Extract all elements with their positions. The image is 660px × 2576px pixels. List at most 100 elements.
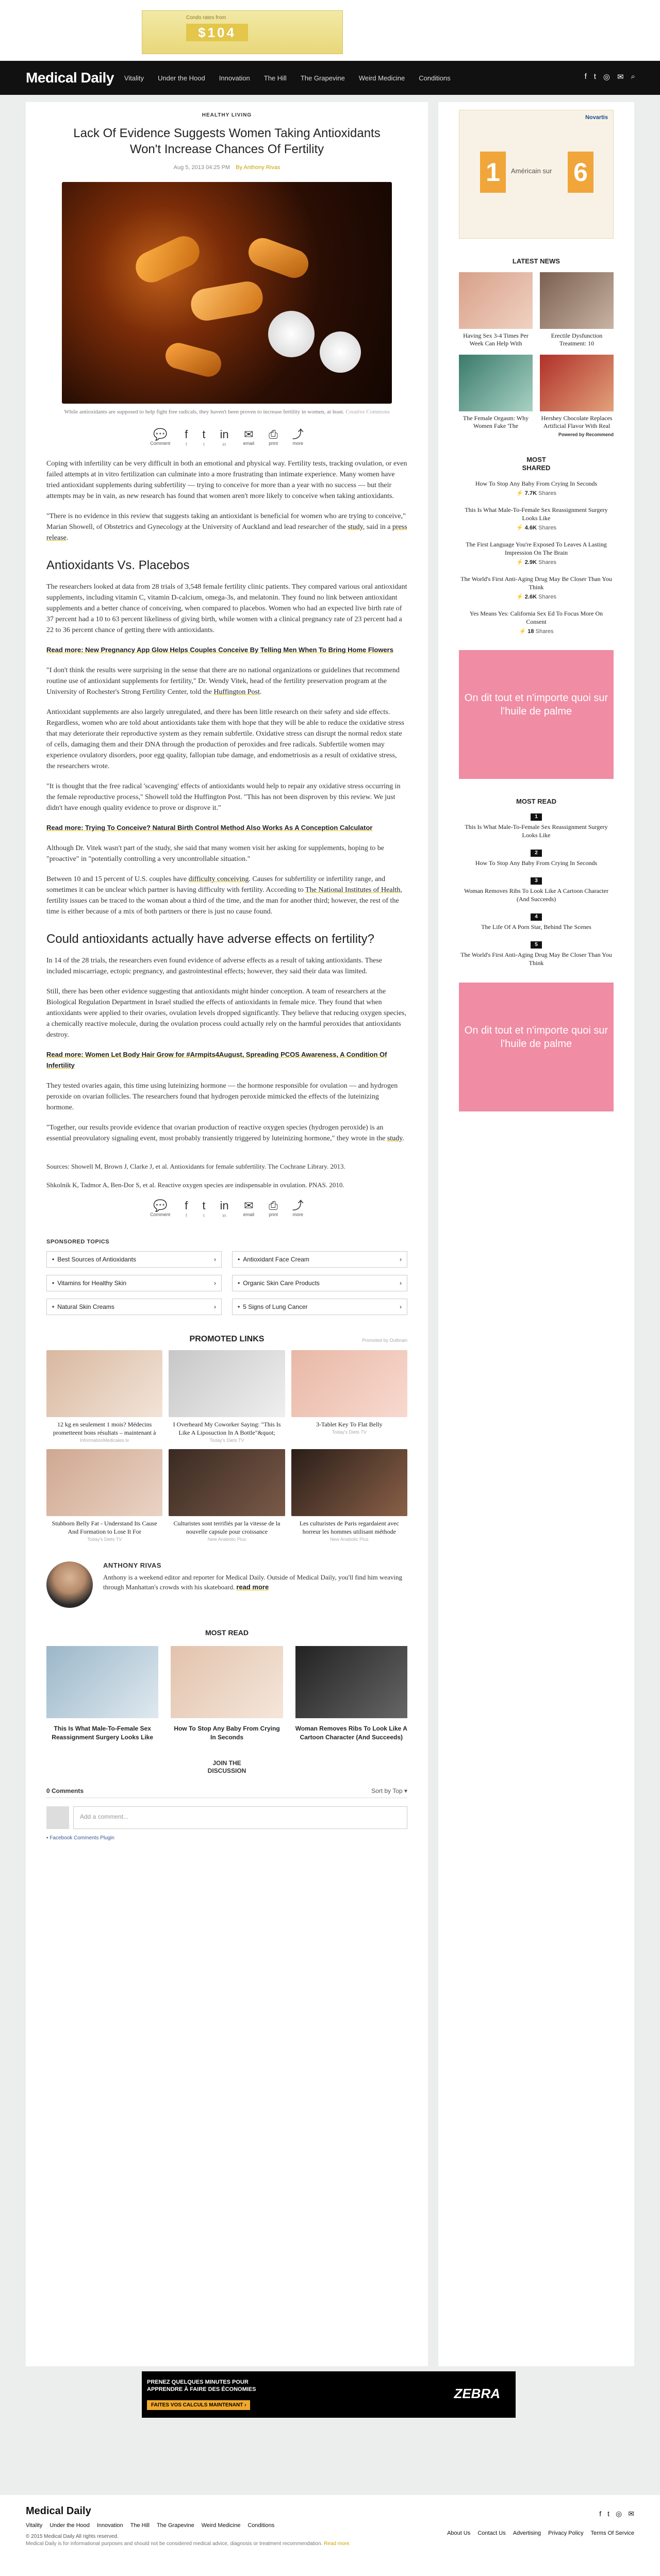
sort-select[interactable]: Sort by Top ▾ [371, 1787, 407, 1794]
email-icon[interactable]: ✉ [617, 72, 624, 81]
sidebar-ad-novartis[interactable]: Novartis 1 Américain sur 6 [459, 110, 614, 239]
print-button[interactable]: ⎙ print [269, 428, 278, 447]
more-share-button[interactable]: ⤴ more [292, 1200, 304, 1218]
footer-link-about[interactable]: About Us [447, 2530, 470, 2536]
email-share-button[interactable]: ✉ email [243, 1200, 255, 1218]
more-share-button[interactable]: ⤴ more [292, 428, 304, 447]
promoted-card[interactable]: Les culturistes de Paris regardaient ave… [291, 1449, 407, 1542]
nav-item-the-hill[interactable]: The Hill [264, 74, 287, 82]
instagram-icon[interactable]: ◎ [616, 2509, 622, 2518]
nav-item-vitality[interactable]: Vitality [124, 74, 144, 82]
twitter-icon[interactable]: t [607, 2509, 609, 2518]
nav-item-under-the-hood[interactable]: Under the Hood [158, 74, 205, 82]
twitter-icon: t [202, 1199, 206, 1212]
study-link[interactable]: study [348, 523, 362, 531]
author-read-more[interactable]: read more [236, 1583, 269, 1591]
promoted-card[interactable]: 3-Tablet Key To Flat Belly Today's Diets … [291, 1350, 407, 1443]
read-more-link[interactable]: Read more: Trying To Conceive? Natural B… [46, 824, 373, 832]
sidebar-ad-palm-oil[interactable]: On dit tout et n'importe quoi sur l'huil… [459, 650, 614, 779]
comment-input[interactable]: Add a comment... [73, 1806, 407, 1829]
twitter-icon[interactable]: t [594, 72, 596, 81]
most-read-item[interactable]: 3 Woman Removes Ribs To Look Like A Carto… [459, 875, 614, 903]
powered-by[interactable]: Powered by Recommend [459, 432, 614, 437]
footer-nav-item[interactable]: Innovation [97, 2522, 123, 2529]
comment-button[interactable]: 💬 Comment [150, 428, 170, 447]
promoted-card[interactable]: Stubborn Belly Fat - Understand Its Caus… [46, 1449, 163, 1542]
top-banner-ad[interactable]: Condo rates from $104 [142, 10, 343, 54]
footer-logo[interactable]: Medical Daily [26, 2505, 634, 2517]
nav-item-weird-medicine[interactable]: Weird Medicine [359, 74, 405, 82]
sponsored-topic[interactable]: • Vitamins for Healthy Skin › [46, 1275, 222, 1291]
footer-link-terms[interactable]: Terms Of Service [591, 2530, 634, 2536]
most-read-item[interactable]: 2 How To Stop Any Baby From Crying In Sec… [459, 847, 614, 867]
footer-nav-item[interactable]: The Hill [130, 2522, 150, 2529]
search-icon[interactable]: ⌕ [631, 72, 635, 81]
nav-item-the-grapevine[interactable]: The Grapevine [301, 74, 345, 82]
most-read-item[interactable]: 1 This Is What Male-To-Female Sex Reassig… [459, 811, 614, 839]
print-button[interactable]: ⎙ print [269, 1200, 278, 1218]
sidebar: Novartis 1 Américain sur 6 LATEST NEWS H… [438, 102, 634, 2414]
most-shared-item[interactable]: Yes Means Yes: California Sex Ed To Focu… [459, 609, 614, 635]
footer-link-contact[interactable]: Contact Us [477, 2530, 505, 2536]
article-category[interactable]: HEALTHY LIVING [46, 112, 407, 118]
footer-nav-item[interactable]: Conditions [248, 2522, 274, 2529]
facebook-share-button[interactable]: ff [185, 1200, 188, 1219]
most-shared-item[interactable]: The World's First Anti-Aging Drug May Be… [459, 575, 614, 600]
latest-news-card[interactable]: Erectile Dysfunction Treatment: 10 [540, 272, 614, 347]
sponsored-topic[interactable]: • 5 Signs of Lung Cancer › [232, 1299, 407, 1315]
facebook-icon[interactable]: f [585, 72, 587, 81]
most-read-card[interactable]: This Is What Male-To-Female Sex Reassign… [46, 1646, 159, 1742]
most-read-item[interactable]: 4 The Life Of A Porn Star, Behind The Sce… [459, 911, 614, 931]
read-more-link[interactable]: Read more: New Pregnancy App Glow Helps … [46, 646, 393, 654]
site-logo[interactable]: Medical Daily [26, 70, 114, 86]
sponsored-topic[interactable]: • Best Sources of Antioxidants › [46, 1251, 222, 1268]
comment-button[interactable]: 💬 Comment [150, 1200, 170, 1218]
most-read-card[interactable]: How To Stop Any Baby From Crying In Seco… [171, 1646, 283, 1742]
nav-item-conditions[interactable]: Conditions [419, 74, 450, 82]
sponsored-topic[interactable]: • Natural Skin Creams › [46, 1299, 222, 1315]
author-name[interactable]: ANTHONY RIVAS [103, 1561, 407, 1569]
footer-nav-item[interactable]: The Grapevine [157, 2522, 194, 2529]
promoted-card[interactable]: Culturistes sont terrifiés par la vitess… [169, 1449, 285, 1542]
promoted-card[interactable]: 12 kg en seulement 1 mois? Médecins prom… [46, 1350, 163, 1443]
twitter-share-button[interactable]: tt [202, 1199, 206, 1219]
email-share-button[interactable]: ✉ email [243, 428, 255, 447]
most-read-item[interactable]: 5 The World's First Anti-Aging Drug May B… [459, 939, 614, 967]
facebook-share-button[interactable]: ff [185, 428, 188, 447]
footer-nav-item[interactable]: Weird Medicine [202, 2522, 241, 2529]
linkedin-share-button[interactable]: in in [220, 428, 229, 447]
read-more-link[interactable]: Read more: Women Let Body Hair Grow for … [46, 1051, 387, 1069]
email-icon[interactable]: ✉ [628, 2509, 634, 2518]
bottom-banner-ad[interactable]: PRENEZ QUELQUES MINUTES POUR APPRENDRE À… [142, 2371, 516, 2418]
article-author[interactable]: By Anthony Rivas [236, 164, 280, 171]
latest-news-card[interactable]: The Female Orgasm: Why Women Fake 'The [459, 355, 533, 430]
most-shared-item[interactable]: This Is What Male-To-Female Sex Reassign… [459, 506, 614, 531]
bottom-ad-cta[interactable]: FAITES VOS CALCULS MAINTENANT › [147, 2400, 251, 2410]
study-link[interactable]: study [387, 1135, 402, 1142]
difficulty-conceiving-link[interactable]: difficulty conceiving [189, 875, 249, 883]
huffington-post-link[interactable]: Huffington Post [213, 688, 260, 696]
linkedin-share-button[interactable]: in in [220, 1200, 229, 1219]
instagram-icon[interactable]: ◎ [603, 72, 610, 81]
sponsored-topic[interactable]: • Organic Skin Care Products › [232, 1275, 407, 1291]
twitter-share-button[interactable]: tt [202, 428, 205, 447]
nav-item-innovation[interactable]: Innovation [219, 74, 250, 82]
paragraph: Coping with infertility can be very diff… [46, 460, 407, 500]
facebook-comments-plugin[interactable]: ▪ Facebook Comments Plugin [46, 1835, 407, 1841]
disclaimer-read-more[interactable]: Read more. [324, 2541, 351, 2547]
latest-news-card[interactable]: Hershey Chocolate Replaces Artificial Fl… [540, 355, 614, 430]
promoted-card[interactable]: I Overheard My Coworker Saying: "This Is… [169, 1350, 285, 1443]
most-read-card[interactable]: Woman Removes Ribs To Look Like A Cartoo… [295, 1646, 407, 1742]
facebook-icon[interactable]: f [599, 2509, 601, 2518]
promo-image [46, 1449, 163, 1516]
sponsored-topic[interactable]: • Antioxidant Face Cream › [232, 1251, 407, 1268]
footer-link-privacy[interactable]: Privacy Policy [548, 2530, 583, 2536]
most-shared-item[interactable]: The First Language You're Exposed To Lea… [459, 540, 614, 566]
footer-nav-item[interactable]: Under the Hood [50, 2522, 90, 2529]
nih-link[interactable]: The National Institutes of Health [305, 886, 400, 894]
footer-nav-item[interactable]: Vitality [26, 2522, 42, 2529]
footer-link-advertising[interactable]: Advertising [513, 2530, 541, 2536]
latest-news-card[interactable]: Having Sex 3-4 Times Per Week Can Help W… [459, 272, 533, 347]
most-shared-item[interactable]: How To Stop Any Baby From Crying In Seco… [459, 479, 614, 496]
sidebar-ad-palm-oil-2[interactable]: On dit tout et n'importe quoi sur l'huil… [459, 983, 614, 1111]
